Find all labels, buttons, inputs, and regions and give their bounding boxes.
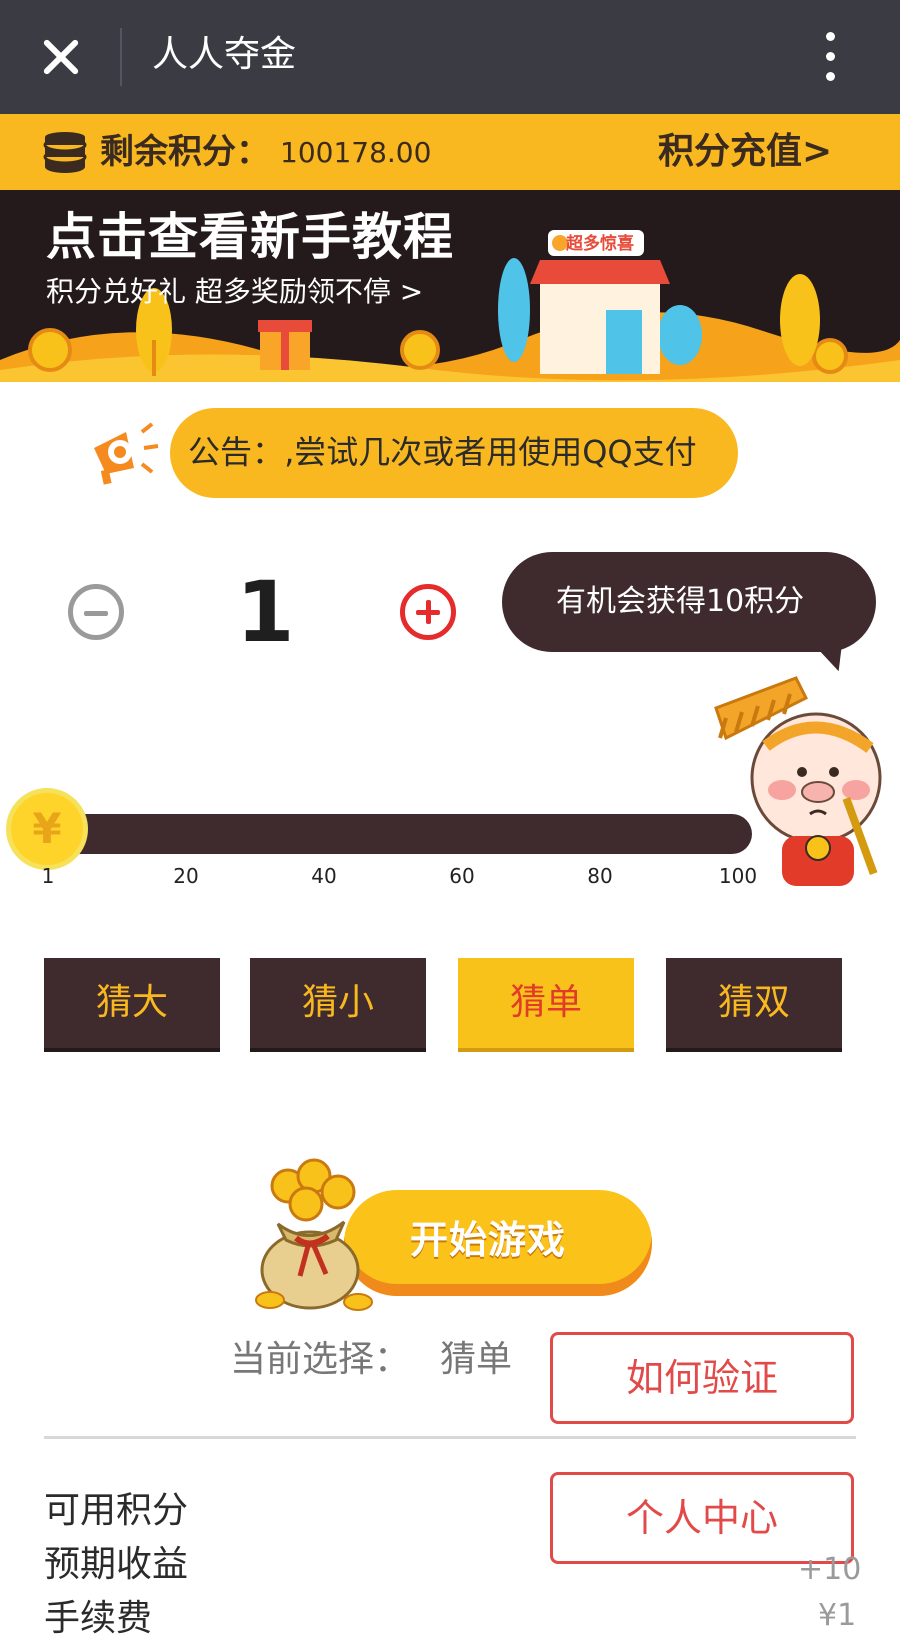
yuan-icon: ¥ — [32, 804, 62, 853]
increase-button[interactable] — [400, 584, 456, 640]
page-title: 人人夺金 — [152, 34, 297, 75]
slider-tick: 40 — [311, 864, 337, 888]
expected-return-label: 预期收益 — [44, 1544, 189, 1585]
quantity-value: 1 — [236, 563, 295, 661]
slider-tick: 100 — [718, 864, 758, 888]
points-value: 100178.00 — [280, 136, 432, 169]
notice-bar: 公告：‚尝试几次或者用使用QQ支付 — [170, 408, 738, 498]
coin-stack-icon — [43, 132, 87, 173]
megaphone-icon — [94, 422, 159, 485]
slider-tick: 80 — [587, 864, 613, 888]
money-bag-icon — [255, 1158, 373, 1311]
slider-tick: 1 — [41, 864, 55, 888]
slider-track[interactable] — [40, 814, 752, 854]
how-to-verify-button[interactable]: 如何验证 — [550, 1332, 854, 1424]
guess-even-button[interactable]: 猜双 — [666, 958, 842, 1048]
shop-sign: 超多惊喜 — [566, 234, 634, 254]
decrease-button[interactable] — [68, 584, 124, 640]
fee-value: ¥1 — [818, 1598, 857, 1633]
guess-big-button[interactable]: 猜大 — [44, 958, 220, 1048]
guess-odd-button[interactable]: 猜单 — [458, 958, 634, 1048]
points-label: 剩余积分： — [100, 132, 270, 172]
expected-return-value: +10 — [798, 1552, 862, 1587]
slider-tick: 20 — [173, 864, 199, 888]
slider-tick: 60 — [449, 864, 475, 888]
banner-title: 点击查看新手教程 — [46, 208, 454, 266]
notice-text: 公告：‚尝试几次或者用使用QQ支付 — [188, 433, 697, 471]
fee-label: 手续费 — [44, 1598, 153, 1639]
selection-value: 猜单 — [440, 1339, 513, 1380]
start-game-label: 开始游戏 — [410, 1218, 567, 1262]
close-icon[interactable] — [30, 22, 92, 92]
selection-label: 当前选择： — [230, 1339, 411, 1380]
divider — [44, 1436, 856, 1439]
available-points-label: 可用积分 — [44, 1490, 189, 1531]
tip-text: 有机会获得10积分 — [556, 584, 805, 619]
banner-subtitle: 积分兑好礼 超多奖励领不停 > — [46, 275, 424, 308]
recharge-link[interactable]: 积分充值> — [658, 128, 832, 176]
title-divider — [120, 28, 122, 86]
guess-small-button[interactable]: 猜小 — [250, 958, 426, 1048]
more-vertical-icon[interactable] — [812, 28, 848, 86]
title-bar — [0, 0, 900, 114]
